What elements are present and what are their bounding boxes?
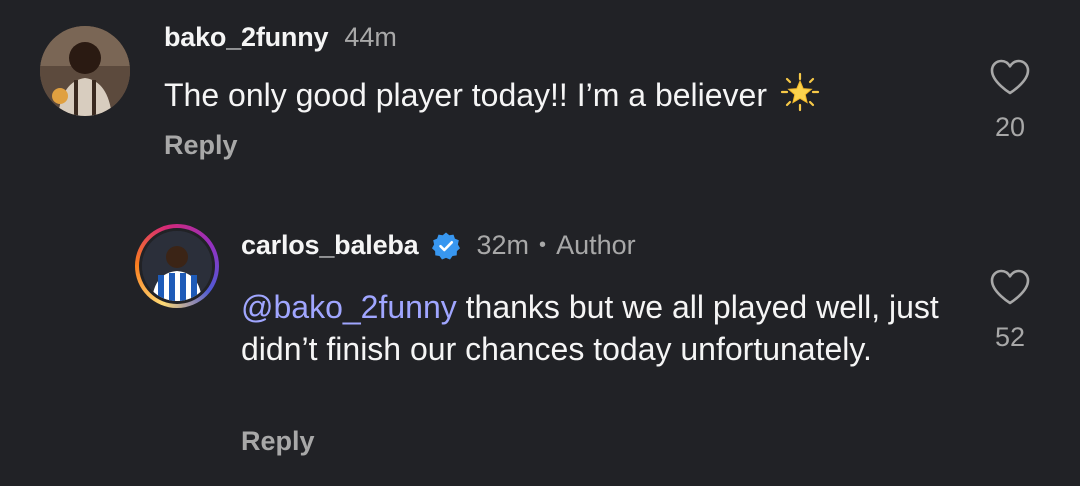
username[interactable]: carlos_baleba xyxy=(241,230,419,261)
author-label: Author xyxy=(556,230,636,260)
reply-button[interactable]: Reply xyxy=(241,426,315,457)
comment-text: @bako_2funny thanks but we all played we… xyxy=(241,286,961,370)
like-count: 20 xyxy=(994,112,1026,142)
timestamp: 32m xyxy=(476,230,530,260)
verified-badge-icon xyxy=(431,232,460,259)
mention-link[interactable]: @bako_2funny xyxy=(241,289,457,325)
username[interactable]: bako_2funny xyxy=(164,22,329,53)
comment-meta: bako_2funny 44m xyxy=(164,22,397,53)
avatar-photo-icon xyxy=(142,231,212,301)
heart-icon[interactable] xyxy=(989,268,1031,306)
timestamp: 44m xyxy=(344,22,397,52)
reply-button[interactable]: Reply xyxy=(164,130,238,161)
comment-meta: carlos_baleba 32m • Author xyxy=(241,230,636,261)
comment-body: The only good player today!! I’m a belie… xyxy=(164,77,767,113)
like-count: 52 xyxy=(994,322,1026,352)
separator-dot: • xyxy=(539,234,547,256)
comment-item: bako_2funny 44m The only good player tod… xyxy=(0,0,1080,190)
story-ring[interactable] xyxy=(135,224,219,308)
reply-comment-item: carlos_baleba 32m • Author @bako_2funny … xyxy=(0,190,1080,486)
comment-text: The only good player today!! I’m a belie… xyxy=(164,72,820,116)
like-column: 20 xyxy=(988,58,1032,143)
avatar-photo-icon xyxy=(40,26,130,116)
glowing-star-icon xyxy=(780,72,819,112)
user-avatar xyxy=(142,231,212,301)
user-avatar[interactable] xyxy=(40,26,130,116)
like-column: 52 xyxy=(988,268,1032,353)
heart-icon[interactable] xyxy=(989,58,1031,96)
